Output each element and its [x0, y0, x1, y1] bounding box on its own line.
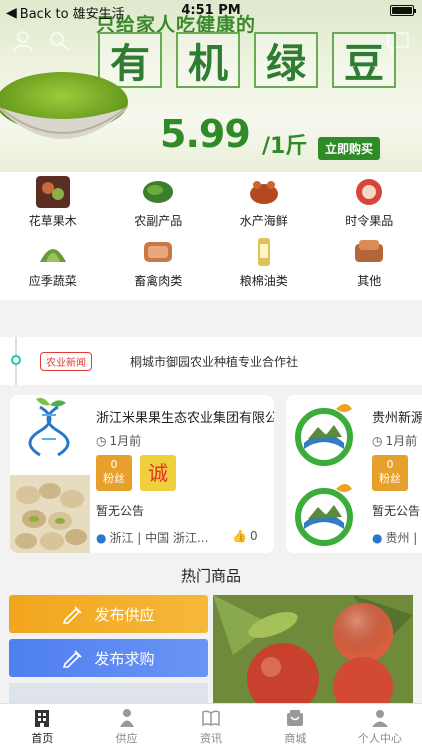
news-tag: 农业新闻: [40, 352, 92, 371]
category-label: 应季蔬菜: [28, 274, 77, 288]
tab-supply[interactable]: 供应: [84, 704, 168, 750]
store-icon: [287, 710, 304, 726]
company-logo: [286, 395, 366, 473]
like-count[interactable]: 👍 0: [232, 529, 258, 543]
user-icon: [371, 710, 388, 727]
tab-label: 首页: [31, 732, 54, 745]
tab-label: 个人中心: [357, 732, 402, 745]
product-thumbnail-strip[interactable]: [9, 683, 208, 703]
category-label: 其他: [357, 274, 382, 288]
status-bar: ◀ Back to 雄安生活 4:51 PM: [0, 0, 422, 22]
location-pin-icon: ●: [372, 530, 383, 545]
company-location: ● 浙江 | 中国 浙江...: [96, 530, 209, 546]
category-item[interactable]: 畜禽肉类: [106, 236, 212, 296]
category-label: 花草果木: [28, 214, 77, 228]
company-card[interactable]: 贵州新源 ◷ 1月前 0 粉丝 暂无公告 ● 贵州 | 中: [286, 395, 422, 553]
category-grid: 花草果木 农副产品 水产海鲜 时令果品 应季蔬菜 畜禽肉类 粮棉油类 其他: [0, 172, 422, 300]
search-icon[interactable]: [48, 30, 70, 52]
company-notice: 暂无公告: [372, 504, 421, 518]
category-label: 时令果品: [345, 214, 394, 228]
fans-badge: 0 粉丝: [372, 455, 408, 491]
crab-seafood-icon: [249, 181, 278, 204]
tab-label: 供应: [115, 732, 138, 745]
publish-supply-label: 发布供应: [94, 605, 155, 624]
category-item[interactable]: 应季蔬菜: [0, 236, 106, 296]
banner-title-char: 豆: [332, 32, 396, 88]
category-item[interactable]: 花草果木: [0, 176, 106, 236]
integrity-badge: 诚: [140, 455, 176, 491]
clock-icon: ◷: [372, 433, 383, 448]
tab-news[interactable]: 资讯: [169, 704, 253, 750]
company-card[interactable]: 浙江米果果生态农业集团有限公 ◷ 1月前 0 粉丝 诚 暂无公告 ● 浙江 | …: [10, 395, 274, 553]
pen-icon: [63, 650, 83, 668]
company-logo: [10, 395, 90, 473]
publish-demand-button[interactable]: 发布求购: [9, 639, 208, 677]
tab-label: 商城: [284, 732, 307, 745]
user-icon[interactable]: [12, 30, 34, 52]
category-label: 农副产品: [134, 214, 183, 228]
flower-plant-icon: [35, 176, 70, 208]
fans-badge: 0 粉丝: [96, 455, 132, 491]
tab-mall[interactable]: 商城: [253, 704, 337, 750]
buy-now-button[interactable]: 立即购买: [318, 137, 381, 160]
leaf-vegetable-icon: [143, 181, 174, 203]
misc-product-icon: [355, 240, 384, 262]
company-logo: [286, 475, 366, 553]
banner-price: 5.99: [160, 112, 251, 156]
pen-icon: [63, 606, 83, 624]
fruit-icon: [356, 179, 383, 205]
banner-title-char: 机: [176, 32, 240, 88]
category-label: 水产海鲜: [239, 214, 288, 228]
tab-label: 资讯: [200, 732, 223, 745]
pomegranate-product-image[interactable]: [213, 595, 413, 703]
publish-demand-label: 发布求购: [94, 649, 155, 668]
category-label: 粮棉油类: [239, 274, 288, 288]
company-name[interactable]: 浙江米果果生态农业集团有限公: [96, 407, 274, 426]
news-headline[interactable]: 桐城市御园农业种植专业合作社: [130, 353, 298, 370]
company-name[interactable]: 贵州新源: [372, 407, 422, 426]
vegetable-icon: [39, 249, 66, 262]
banner-title-char: 绿: [254, 32, 318, 88]
book-icon: [202, 710, 220, 727]
clock-icon: ◷: [96, 433, 107, 448]
category-item[interactable]: 其他: [317, 236, 422, 296]
company-time: ◷ 1月前: [96, 433, 142, 449]
category-item[interactable]: 农副产品: [106, 176, 212, 236]
meat-icon: [144, 242, 173, 262]
tab-profile[interactable]: 个人中心: [338, 704, 422, 750]
news-ticker[interactable]: 农业新闻 桐城市御园农业种植专业合作社: [0, 337, 422, 385]
hot-products-title: 热门商品: [180, 567, 241, 585]
status-time: 4:51 PM: [181, 3, 241, 18]
bottom-tab-bar: 首页 供应 资讯 商城 个人中心: [0, 703, 422, 750]
company-notice: 暂无公告: [96, 504, 145, 518]
category-item[interactable]: 粮棉油类: [211, 236, 317, 296]
company-carousel[interactable]: 浙江米果果生态农业集团有限公 ◷ 1月前 0 粉丝 诚 暂无公告 ● 浙江 | …: [0, 395, 422, 557]
company-time: ◷ 1月前: [372, 433, 418, 449]
tab-home[interactable]: 首页: [0, 704, 84, 750]
category-item[interactable]: 时令果品: [317, 176, 422, 236]
promo-banner[interactable]: 只给家人吃健康的 有 机 绿 豆 5.99 /1斤 立即购买: [0, 0, 422, 172]
company-location: ● 贵州 | 中: [372, 530, 422, 546]
person-icon: [119, 709, 134, 727]
location-pin-icon: ●: [96, 530, 107, 545]
category-item[interactable]: 水产海鲜: [211, 176, 317, 236]
thumbs-up-icon: 👍: [232, 529, 247, 543]
battery-icon: [390, 5, 416, 16]
pistachio-product-image: [10, 475, 90, 553]
category-label: 畜禽肉类: [134, 274, 183, 288]
banner-unit: /1斤: [262, 134, 308, 159]
publish-supply-button[interactable]: 发布供应: [9, 595, 208, 633]
building-icon: [35, 710, 50, 727]
banner-title: 有 机 绿 豆: [98, 32, 396, 88]
grain-oil-icon: [257, 238, 270, 266]
mung-bean-bowl-image: [0, 72, 130, 139]
